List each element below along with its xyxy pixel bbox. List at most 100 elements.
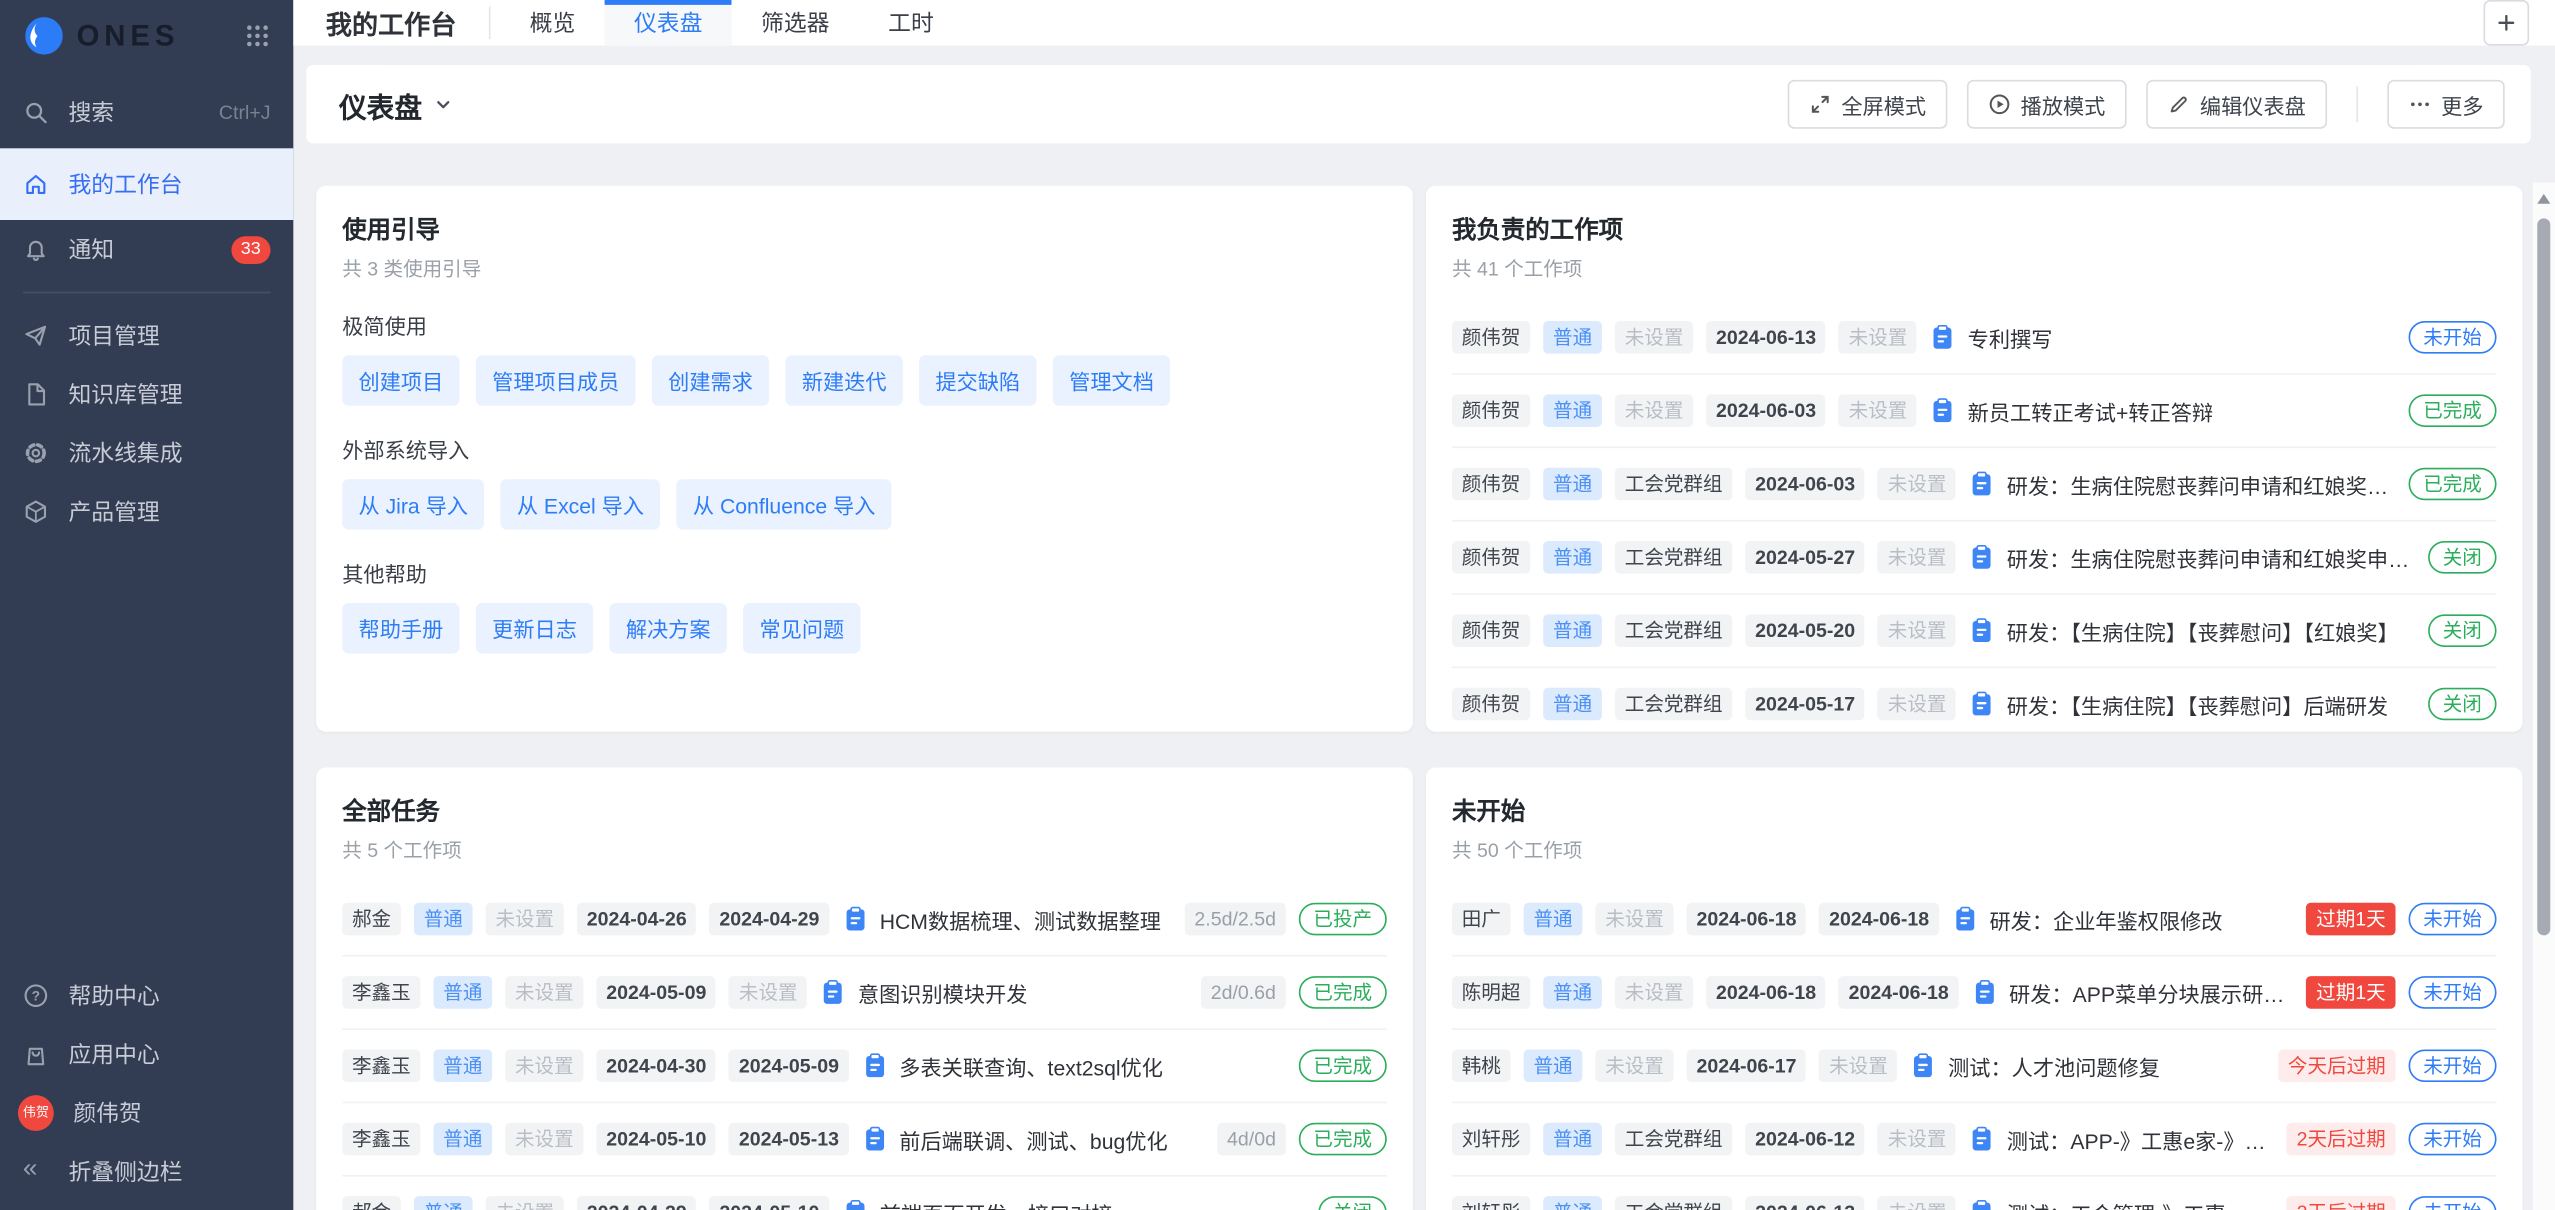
sidebar: ONES 搜索 Ctrl+J 我的工作台通知33项目管理知识库管理流水线集成产品… — [0, 0, 293, 1210]
sidebar-item-user[interactable]: 伟贺颜伟贺 — [0, 1083, 293, 1142]
tab-overview[interactable]: 概览 — [500, 0, 604, 46]
work-item-row[interactable]: 韩桃普通未设置2024-06-17未设置测试：人才池问题修复今天后过期未开始 — [1452, 1028, 2497, 1101]
guide-link[interactable]: 解决方案 — [610, 603, 727, 654]
work-item-row[interactable]: 田广普通未设置2024-06-182024-06-18研发：企业年鉴权限修改过期… — [1452, 883, 2497, 955]
priority-tag: 普通 — [1524, 1049, 1583, 1082]
guide-link[interactable]: 常见问题 — [743, 603, 860, 654]
status-badge: 关闭 — [1318, 1196, 1386, 1210]
sidebar-item-app-center[interactable]: 应用中心 — [0, 1024, 293, 1083]
work-item-row[interactable]: 颜伟贺普通工会党群组2024-06-03未设置研发：生病住院慰丧葬问申请和红娘奖… — [1452, 447, 2497, 520]
assignee-tag: 刘轩彤 — [1452, 1123, 1530, 1156]
work-item-row[interactable]: 颜伟贺普通工会党群组2024-05-20未设置研发：【生病住院】【丧葬慰问】【红… — [1452, 593, 2497, 666]
card-my-work-items: 我负责的工作项 共 41 个工作项 颜伟贺普通未设置2024-06-13未设置专… — [1426, 186, 2523, 732]
work-item-title: 意图识别模块开发 — [858, 977, 1028, 1008]
guide-link[interactable]: 提交缺陷 — [919, 355, 1036, 406]
guide-link[interactable]: 管理文档 — [1053, 355, 1170, 406]
sidebar-item-help-center[interactable]: ?帮助中心 — [0, 966, 293, 1025]
clipboard-icon — [1969, 471, 1995, 497]
work-item-row[interactable]: 郝金普通未设置2024-04-262024-04-29HCM数据梳理、测试数据整… — [342, 883, 1387, 955]
tab-filters[interactable]: 筛选器 — [732, 0, 859, 46]
workspace-title: 我的工作台 — [293, 3, 489, 42]
work-item-row[interactable]: 刘轩彤普通工会党群组2024-06-13未设置测试：工会管理-》工惠e家-》2天… — [1452, 1175, 2497, 1210]
sidebar-item-my-workspace[interactable]: 我的工作台 — [0, 148, 293, 220]
guide-link[interactable]: 从 Excel 导入 — [501, 479, 661, 530]
guide-link[interactable]: 更新日志 — [476, 603, 593, 654]
sidebar-item-wiki-management[interactable]: 知识库管理 — [0, 365, 293, 424]
work-item-row[interactable]: 李鑫玉普通未设置2024-05-102024-05-13前后端联调、测试、bug… — [342, 1102, 1387, 1175]
guide-link[interactable]: 创建项目 — [342, 355, 459, 406]
assignee-tag: 刘轩彤 — [1452, 1196, 1530, 1210]
priority-tag: 普通 — [1543, 1123, 1602, 1156]
start-date-tag: 2024-06-12 — [1745, 1123, 1865, 1156]
overdue-tag: 过期1天 — [2306, 903, 2395, 936]
assignee-tag: 陈明超 — [1452, 976, 1530, 1009]
work-item-meta: 未开始 — [2409, 321, 2497, 354]
scroll-up-arrow-icon[interactable] — [2537, 194, 2550, 204]
work-item-row[interactable]: 颜伟贺普通未设置2024-06-03未设置新员工转正考试+转正答辩已完成 — [1452, 373, 2497, 446]
work-item-meta: 关闭 — [2428, 614, 2496, 647]
work-item-row[interactable]: 陈明超普通未设置2024-06-182024-06-18研发：APP菜单分块展示… — [1452, 955, 2497, 1028]
sidebar-item-project-management[interactable]: 项目管理 — [0, 306, 293, 365]
work-item-row[interactable]: 颜伟贺普通工会党群组2024-05-27未设置研发：生病住院慰丧葬问申请和红娘奖… — [1452, 520, 2497, 593]
edit-dashboard-button[interactable]: 编辑仪表盘 — [2146, 80, 2327, 129]
group-tag: 未设置 — [1595, 1049, 1673, 1082]
clipboard-icon — [1930, 398, 1956, 424]
guide-link[interactable]: 管理项目成员 — [476, 355, 636, 406]
status-badge: 已完成 — [2409, 468, 2497, 501]
page-scrollbar[interactable] — [2531, 183, 2555, 1210]
card-title: 使用引导 — [342, 212, 1387, 246]
guide-link[interactable]: 从 Confluence 导入 — [677, 479, 892, 530]
card-subtitle: 共 3 类使用引导 — [342, 254, 1387, 282]
time-tag: 4d/0d — [1217, 1123, 1285, 1156]
work-item-row[interactable]: 郝金普通未设置2024-04-292024-05-10前端页面开发、接口对接关闭 — [342, 1175, 1387, 1210]
work-item-row[interactable]: 李鑫玉普通未设置2024-05-09未设置意图识别模块开发2d/0.6d已完成 — [342, 955, 1387, 1028]
clipboard-icon — [1952, 906, 1978, 932]
work-item-title-wrap: 前后端联调、测试、bug优化 — [862, 1124, 1204, 1155]
work-item-title-wrap: 研发：生病住院慰丧葬问申请和红娘奖申请审… — [1969, 542, 2415, 573]
work-item-row[interactable]: 颜伟贺普通未设置2024-06-13未设置专利撰写未开始 — [1452, 301, 2497, 373]
more-button[interactable]: 更多 — [2387, 80, 2504, 129]
scrollbar-thumb[interactable] — [2537, 218, 2550, 935]
sidebar-item-label: 项目管理 — [68, 319, 270, 352]
search-icon — [23, 99, 49, 125]
sidebar-item-notifications[interactable]: 通知33 — [0, 220, 293, 279]
chevron-down-icon[interactable] — [432, 93, 455, 116]
guide-link[interactable]: 从 Jira 导入 — [342, 479, 484, 530]
group-tag: 未设置 — [1615, 976, 1693, 1009]
sidebar-item-product-management[interactable]: 产品管理 — [0, 482, 293, 541]
tab-dashboard[interactable]: 仪表盘 — [605, 0, 732, 46]
work-item-title-wrap: 测试：人才池问题修复 — [1911, 1050, 2265, 1081]
add-tab-button[interactable] — [2484, 0, 2530, 46]
sidebar-nav: 我的工作台通知33 项目管理知识库管理流水线集成产品管理 — [0, 148, 293, 541]
tab-timesheet[interactable]: 工时 — [859, 0, 963, 46]
guide-link[interactable]: 新建迭代 — [786, 355, 903, 406]
end-date-tag: 未设置 — [1878, 468, 1956, 501]
clipboard-icon — [1969, 618, 1995, 644]
work-item-row[interactable]: 颜伟贺普通工会党群组2024-05-17未设置研发：【生病住院】【丧葬慰问】后端… — [1452, 667, 2497, 732]
end-date-tag: 未设置 — [1878, 688, 1956, 721]
fullscreen-mode-button[interactable]: 全屏模式 — [1788, 80, 1948, 129]
guide-link[interactable]: 创建需求 — [652, 355, 769, 406]
sidebar-item-pipeline-integration[interactable]: 流水线集成 — [0, 424, 293, 483]
guide-link[interactable]: 帮助手册 — [342, 603, 459, 654]
work-item-row[interactable]: 刘轩彤普通工会党群组2024-06-12未设置测试：APP-》工惠e家-》工会…… — [1452, 1102, 2497, 1175]
work-item-title: 新员工转正考试+转正答辩 — [1968, 395, 2213, 426]
priority-tag: 普通 — [1524, 903, 1583, 936]
assignee-tag: 颜伟贺 — [1452, 394, 1530, 427]
clipboard-icon — [862, 1126, 888, 1152]
dashboard-title[interactable]: 仪表盘 — [339, 84, 422, 125]
work-item-title-wrap: 意图识别模块开发 — [820, 977, 1187, 1008]
home-icon — [23, 171, 49, 197]
sidebar-item-collapse-sidebar[interactable]: «折叠侧边栏 — [0, 1142, 293, 1201]
notification-badge: 33 — [231, 235, 271, 263]
work-item-row[interactable]: 李鑫玉普通未设置2024-04-302024-05-09多表关联查询、text2… — [342, 1028, 1387, 1101]
clipboard-icon — [1969, 544, 1995, 570]
group-tag: 未设置 — [486, 1196, 564, 1210]
sidebar-search[interactable]: 搜索 Ctrl+J — [0, 83, 293, 142]
sidebar-item-label: 折叠侧边栏 — [68, 1155, 270, 1188]
main-area: 我的工作台 概览仪表盘筛选器工时 仪表盘 全屏模式播放模式编辑仪表盘 — [293, 0, 2555, 1210]
apps-grid-icon[interactable] — [244, 23, 270, 49]
assignee-tag: 颜伟贺 — [1452, 688, 1530, 721]
play-mode-button[interactable]: 播放模式 — [1967, 80, 2127, 129]
priority-tag: 普通 — [433, 1123, 492, 1156]
